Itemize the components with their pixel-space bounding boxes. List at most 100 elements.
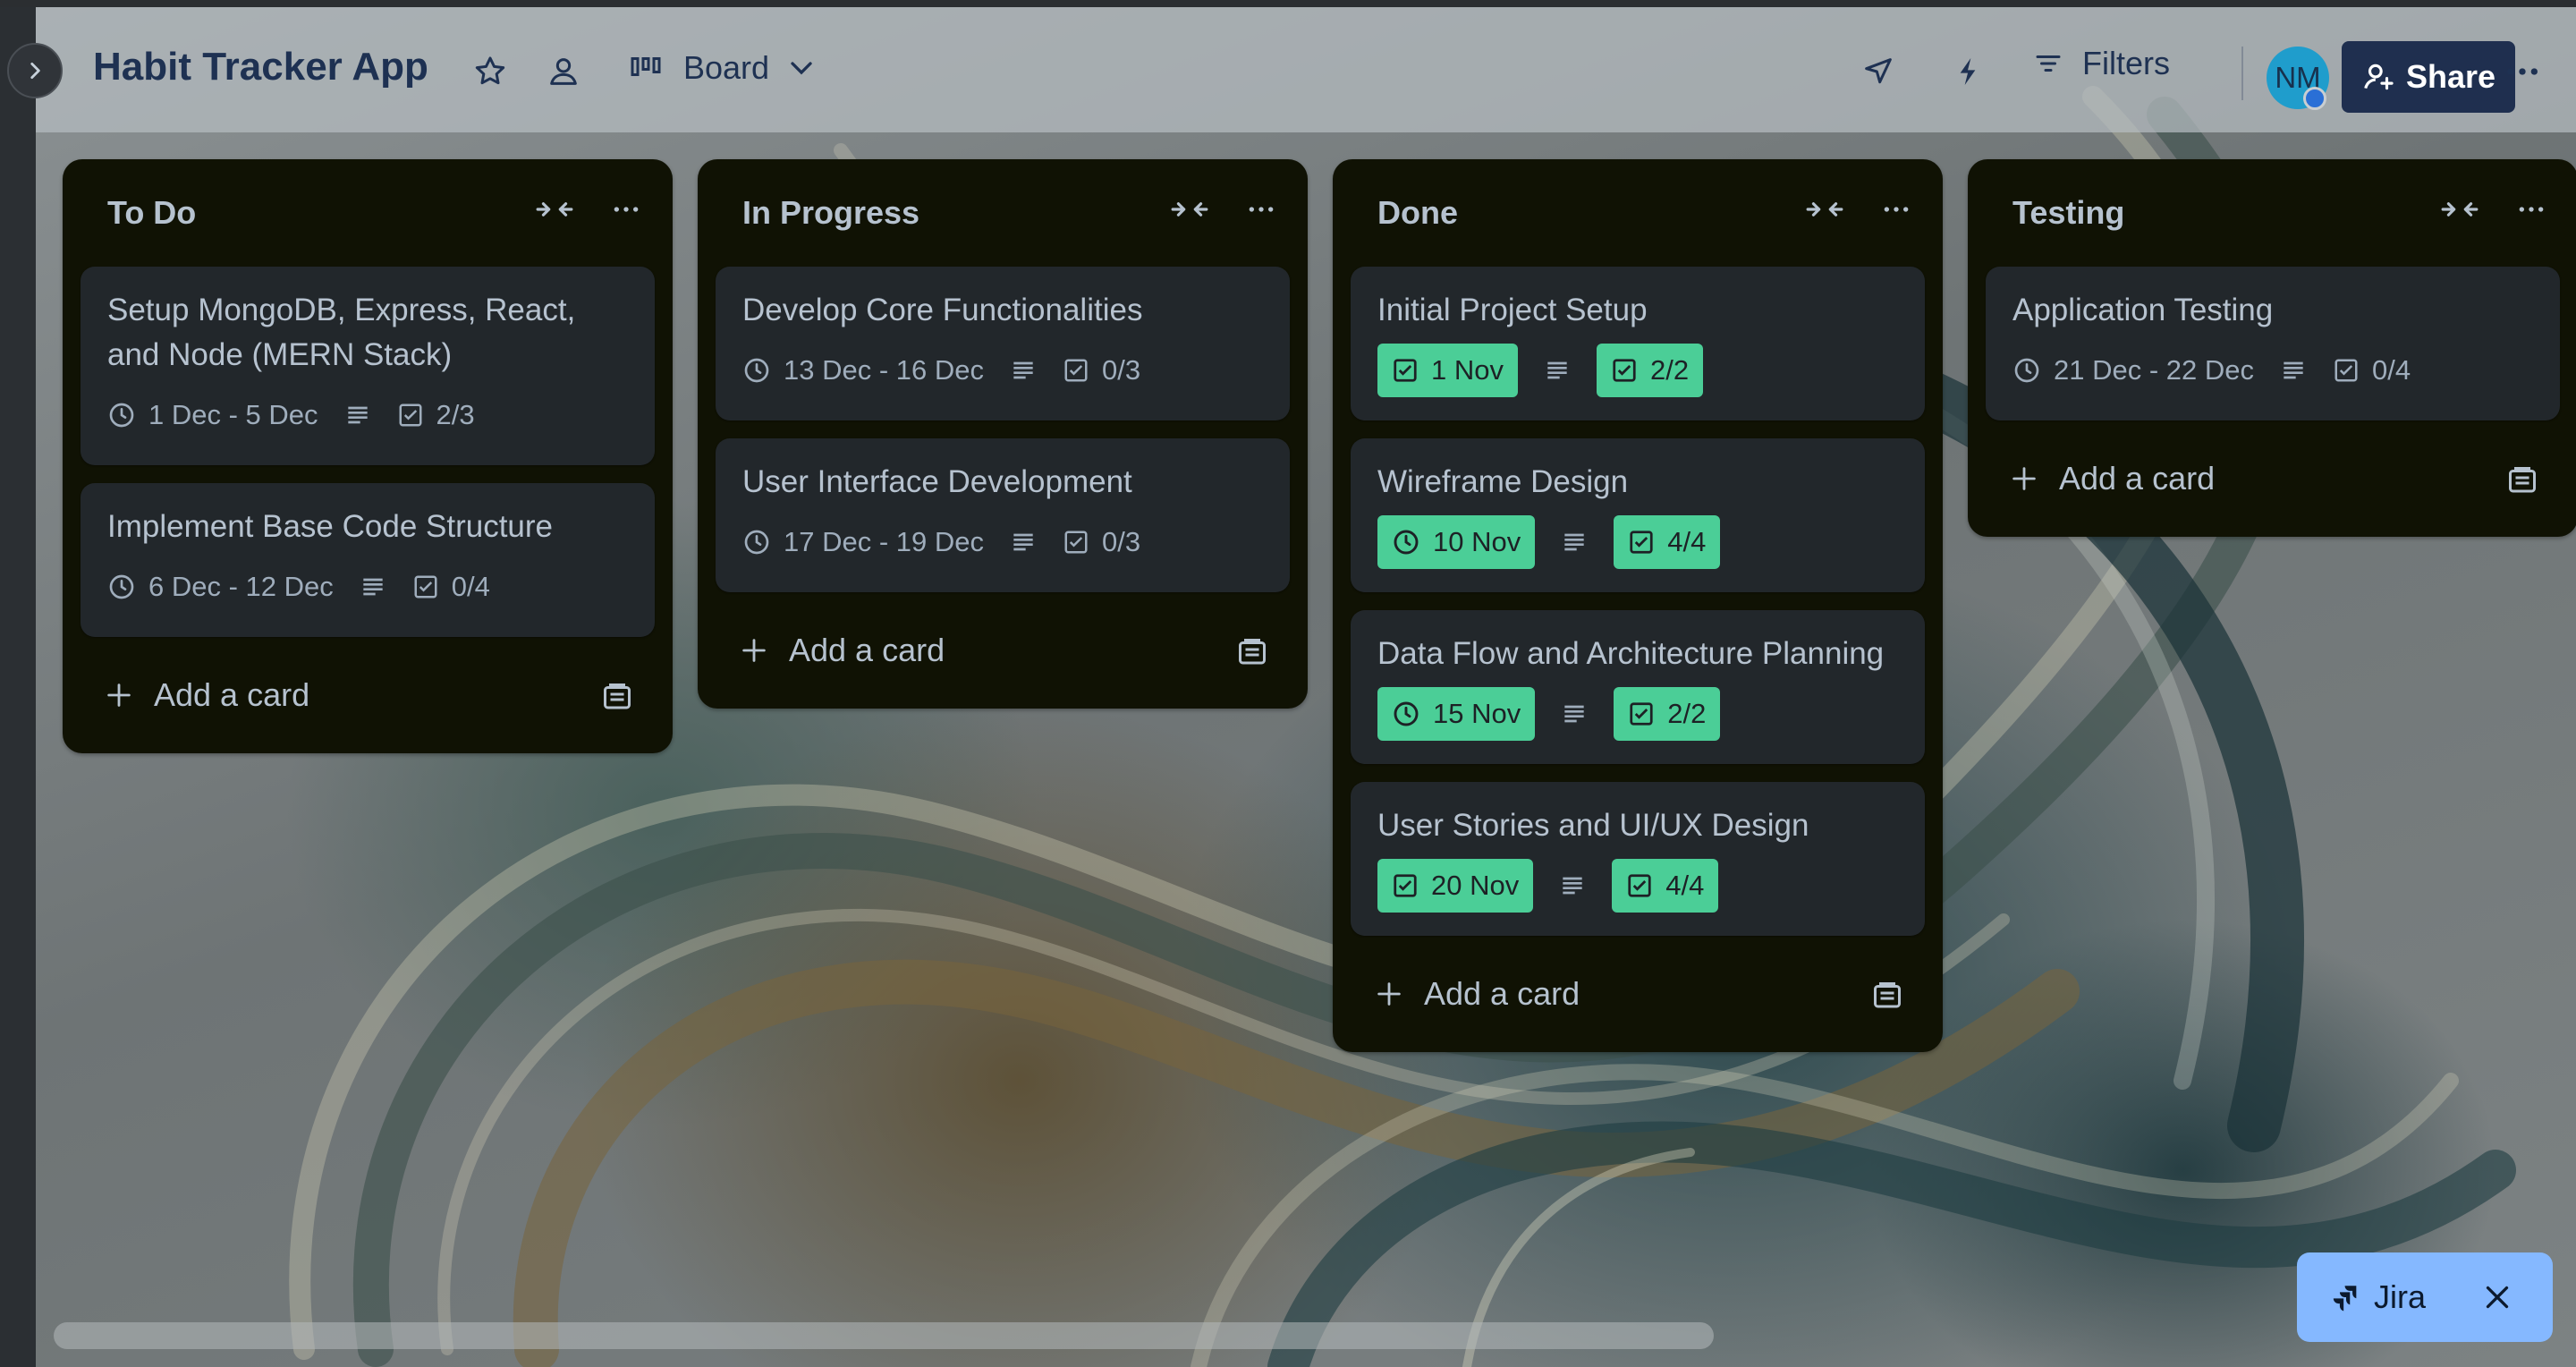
checklist-badge: 0/4 [412, 571, 490, 603]
left-sidebar-strip [0, 7, 36, 1367]
due-date-badge[interactable]: 21 Dec - 22 Dec [2012, 354, 2254, 386]
due-date-text: 17 Dec - 19 Dec [784, 526, 984, 557]
close-icon[interactable] [2481, 1281, 2513, 1313]
list-in-progress: In Progress Develop Core Functionalities… [698, 159, 1308, 709]
list-menu-icon[interactable] [610, 195, 642, 224]
card[interactable]: Wireframe Design 10 Nov 4/4 [1351, 438, 1925, 592]
due-date-text: 1 Nov [1431, 354, 1504, 386]
description-icon [1563, 877, 1582, 895]
add-card-button[interactable]: Add a card [716, 610, 1290, 691]
description-icon [1013, 533, 1033, 551]
board-title[interactable]: Habit Tracker App [93, 45, 428, 89]
list-menu-icon[interactable] [1245, 195, 1277, 224]
jira-prompt[interactable]: Jira [2297, 1252, 2553, 1342]
checklist-count: 0/4 [451, 571, 490, 602]
card[interactable]: Data Flow and Architecture Planning 15 N… [1351, 610, 1925, 764]
card-title: Setup MongoDB, Express, React, and Node … [107, 293, 576, 372]
list-title[interactable]: Done [1377, 194, 1458, 232]
checklist-icon [399, 403, 422, 427]
card[interactable]: Implement Base Code Structure 6 Dec - 12… [80, 483, 655, 637]
description-icon [1547, 361, 1567, 379]
create-from-template-icon[interactable] [1871, 981, 1903, 1011]
list-title[interactable]: Testing [2012, 194, 2124, 232]
due-date-badge[interactable]: 17 Dec - 19 Dec [742, 526, 984, 558]
filter-icon [2036, 55, 2061, 72]
collapse-list-icon[interactable] [1805, 195, 1844, 224]
card-title: User Stories and UI/UX Design [1377, 808, 1809, 843]
collapse-list-icon[interactable] [1170, 195, 1209, 224]
plus-icon [742, 639, 766, 662]
view-switcher[interactable]: Board [630, 43, 819, 93]
checklist-badge: 0/3 [1063, 526, 1140, 558]
list-menu-icon[interactable] [1880, 195, 1912, 224]
checklist-icon [1630, 531, 1653, 554]
card[interactable]: User Stories and UI/UX Design 20 Nov 4/4 [1351, 782, 1925, 936]
clock-icon [1394, 701, 1419, 726]
due-date-complete-badge[interactable]: 1 Nov [1377, 344, 1518, 397]
workspace-visibility-icon[interactable] [546, 54, 581, 89]
checklist-icon [2334, 359, 2358, 382]
list-menu-icon[interactable] [2515, 195, 2547, 224]
due-date-text: 6 Dec - 12 Dec [148, 571, 334, 602]
checklist-complete-badge: 4/4 [1612, 859, 1719, 913]
card-title: Application Testing [2012, 293, 2274, 327]
collapse-list-icon[interactable] [2440, 195, 2479, 224]
add-card-button[interactable]: Add a card [1351, 954, 1925, 1034]
checklist-icon [1628, 874, 1651, 897]
jira-logo-icon [2333, 1286, 2357, 1312]
card[interactable]: Setup MongoDB, Express, React, and Node … [80, 267, 655, 465]
checklist-count: 0/3 [1102, 354, 1141, 386]
card[interactable]: Application Testing 21 Dec - 22 Dec 0/4 [1986, 267, 2560, 420]
list-title[interactable]: To Do [107, 194, 196, 232]
automation-bolt-icon[interactable] [1950, 54, 1986, 89]
add-card-label: Add a card [789, 632, 945, 668]
checklist-icon [414, 575, 437, 599]
clock-icon [109, 403, 134, 428]
due-date-badge[interactable]: 1 Dec - 5 Dec [107, 399, 318, 431]
clock-icon [744, 530, 769, 555]
create-from-template-icon[interactable] [1236, 637, 1268, 667]
card-title: Develop Core Functionalities [742, 293, 1143, 327]
card-title: Implement Base Code Structure [107, 509, 554, 544]
card[interactable]: User Interface Development 17 Dec - 19 D… [716, 438, 1290, 592]
due-date-badge[interactable]: 13 Dec - 16 Dec [742, 354, 984, 386]
checklist-count: 4/4 [1667, 526, 1707, 557]
due-date-complete-badge[interactable]: 10 Nov [1377, 515, 1536, 569]
card-title: Initial Project Setup [1377, 293, 1648, 327]
description-icon [1013, 361, 1033, 379]
list-title[interactable]: In Progress [742, 194, 919, 232]
add-card-button[interactable]: Add a card [1986, 438, 2560, 519]
collapse-list-icon[interactable] [535, 195, 574, 224]
horizontal-scrollbar[interactable] [54, 1322, 1714, 1349]
add-card-button[interactable]: Add a card [80, 655, 655, 735]
expand-sidebar-button[interactable] [7, 43, 63, 98]
share-button[interactable]: Share [2342, 41, 2515, 113]
create-from-template-icon[interactable] [2506, 465, 2538, 496]
header-divider [2241, 47, 2243, 100]
list-header: To Do [80, 159, 655, 267]
due-date-badge[interactable]: 6 Dec - 12 Dec [107, 571, 334, 603]
due-date-complete-badge[interactable]: 20 Nov [1377, 859, 1534, 913]
card[interactable]: Develop Core Functionalities 13 Dec - 16… [716, 267, 1290, 420]
card[interactable]: Initial Project Setup 1 Nov 2/2 [1351, 267, 1925, 420]
description-icon [2284, 361, 2303, 379]
clock-icon [1394, 530, 1419, 555]
star-icon[interactable] [472, 54, 508, 89]
checklist-count: 2/3 [436, 399, 475, 430]
board-view-icon [631, 57, 661, 76]
filters-button[interactable]: Filters [2032, 45, 2170, 82]
due-date-complete-badge[interactable]: 15 Nov [1377, 687, 1536, 741]
description-icon [363, 578, 383, 596]
due-date-text: 15 Nov [1433, 698, 1521, 729]
list-to-do: To Do Setup MongoDB, Express, React, and… [63, 159, 673, 753]
description-icon [347, 406, 368, 424]
card-title: Wireframe Design [1377, 464, 1629, 499]
checklist-count: 0/3 [1102, 526, 1141, 557]
more-options-icon[interactable] [2503, 54, 2542, 89]
description-icon [1564, 705, 1584, 723]
view-label: Board [683, 49, 770, 86]
create-from-template-icon[interactable] [601, 682, 633, 712]
add-member-icon [2364, 64, 2394, 90]
power-ups-rocket-icon[interactable] [1860, 54, 1896, 89]
plus-icon [1377, 982, 1401, 1006]
